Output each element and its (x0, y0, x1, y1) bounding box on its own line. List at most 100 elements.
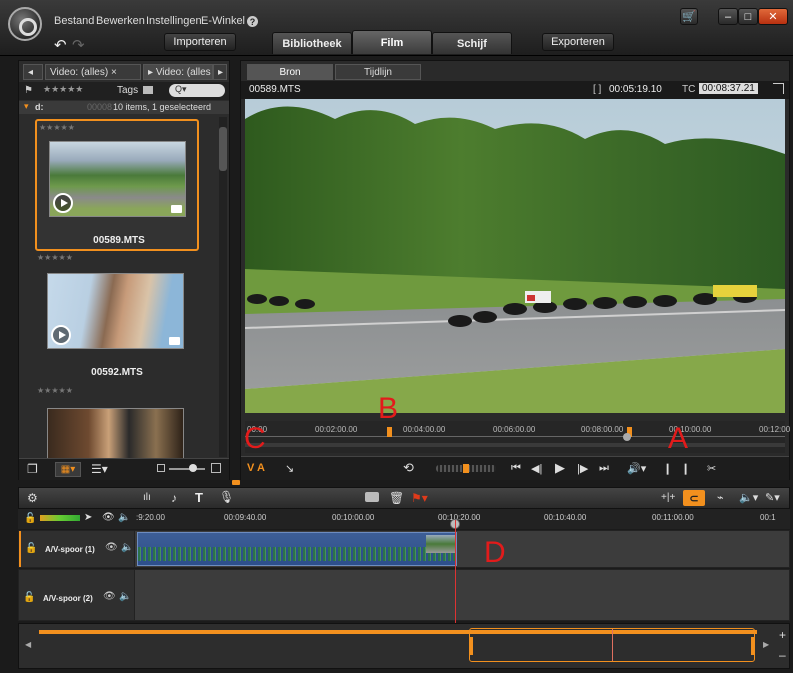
zoom-slider-handle[interactable] (189, 464, 197, 472)
flag-icon[interactable]: ⚑ (24, 85, 33, 96)
send-to-timeline-icon[interactable]: ↘ (285, 462, 294, 475)
track-header[interactable]: 🔓 A/V-spoor (2) 👁 🔈 (19, 570, 135, 620)
keyframe-icon[interactable]: ⌁ (717, 491, 724, 504)
minimize-button[interactable]: – (718, 8, 738, 25)
mark-out-icon[interactable]: ❙ (681, 462, 690, 475)
timeline-navigator[interactable]: ◀ ▶ + – (18, 623, 790, 669)
menu-instellingen[interactable]: Instellingen (146, 15, 202, 27)
library-item[interactable]: ★★★★★ 00589.MTS (35, 119, 199, 251)
visibility-icon[interactable]: 👁 (103, 591, 116, 602)
play-button-icon[interactable]: ▶ (555, 460, 565, 476)
lock-icon[interactable]: 🔓 (25, 543, 37, 554)
menu-bestand[interactable]: Bestand (54, 15, 94, 27)
library-item[interactable]: ★★★★★ (35, 386, 199, 458)
undo-icon[interactable]: ↶ (54, 36, 67, 54)
split-clip-icon[interactable]: ✂ (707, 462, 716, 475)
menu-e-winkel[interactable]: E-Winkel (201, 15, 245, 27)
track-av-2[interactable]: 🔓 A/V-spoor (2) 👁 🔈 ▼ (18, 569, 790, 621)
trash-icon[interactable]: 🗑 (389, 491, 404, 505)
step-forward-icon[interactable]: |▶ (577, 462, 588, 475)
tab-tijdlijn[interactable]: Tijdlijn (335, 64, 421, 80)
speaker-icon[interactable]: 🔈 (119, 591, 131, 602)
audio-mixer-icon[interactable]: ılı (143, 492, 151, 503)
timeline-ruler[interactable]: 🔓 ➤ 👁 🔈 :9:20.00 00:09:40.00 00:10:00.00… (18, 509, 790, 529)
track-header[interactable]: 🔓 A/V-spoor (1) 👁 🔈 (19, 531, 135, 567)
navigator-view-window[interactable] (469, 628, 755, 662)
tags-label[interactable]: Tags (117, 85, 138, 96)
thumbnail-view-icon[interactable]: ▦▾ (55, 462, 81, 477)
shuttle-handle[interactable] (463, 464, 469, 473)
menu-bewerken[interactable]: Bewerken (96, 15, 145, 27)
settings-gear-icon[interactable]: ⚙ (27, 491, 38, 505)
zoom-out-icon[interactable]: – (779, 648, 786, 662)
go-to-end-icon[interactable]: ⏭ (599, 462, 609, 475)
cart-icon[interactable]: 🛒 (680, 8, 698, 25)
export-button[interactable]: Exporteren (542, 33, 614, 51)
video-clip[interactable] (137, 532, 457, 566)
fullscreen-icon[interactable] (773, 83, 784, 94)
navigator-left-handle[interactable] (470, 637, 473, 655)
ripple-icon[interactable]: +|+ (661, 492, 675, 503)
loop-icon[interactable]: ⟲ (403, 460, 414, 476)
mark-in-icon[interactable]: ❙ (663, 462, 672, 475)
speaker-icon[interactable]: 🔈 (118, 512, 130, 523)
rating-stars[interactable]: ★★★★★ (39, 123, 75, 132)
scrub-scrollbar[interactable] (245, 443, 785, 447)
rating-stars[interactable]: ★★★★★ (37, 253, 73, 262)
visibility-icon[interactable]: 👁 (105, 542, 118, 553)
tab-menu-icon[interactable]: ▸ (213, 64, 227, 80)
media-view-icon[interactable]: ❐ (27, 462, 38, 476)
redo-icon[interactable]: ↷ (72, 36, 85, 54)
storyboard-icon[interactable] (365, 492, 379, 502)
tab-bibliotheek[interactable]: Bibliotheek (272, 32, 352, 54)
play-icon[interactable] (53, 193, 73, 213)
tab-film[interactable]: Film (352, 30, 432, 54)
title-text-icon[interactable]: T (195, 490, 203, 505)
tab-scroll-left-icon[interactable]: ◂ (23, 64, 43, 80)
tools-icon[interactable]: ✎▾ (765, 491, 780, 504)
library-tab-1[interactable]: Video: (alles) × (45, 64, 141, 80)
library-tab-2[interactable]: ▸ Video: (alles (143, 64, 213, 80)
folder-row[interactable]: ▾ d: 00008 10 items, 1 geselecteerd (19, 101, 229, 114)
music-icon[interactable]: ♪ (171, 491, 177, 505)
tab-bron[interactable]: Bron (247, 64, 333, 80)
scroll-right-icon[interactable]: ▶ (763, 640, 769, 649)
magnet-snap-icon[interactable]: ⊂ (683, 490, 705, 506)
maximize-button[interactable]: □ (738, 8, 758, 25)
help-icon[interactable]: ? (247, 16, 258, 27)
zoom-slider[interactable] (169, 468, 205, 470)
tag-icon[interactable] (143, 86, 153, 94)
video-audio-toggle[interactable]: V A (247, 462, 265, 474)
video-preview[interactable] (245, 99, 785, 413)
play-icon[interactable] (51, 325, 71, 345)
lock-icon[interactable]: 🔓 (23, 592, 35, 603)
star-filter[interactable]: ★★★★★ (43, 84, 83, 95)
scrub-ruler[interactable]: 00:00 00:02:00.00 00:04:00.00 00:06:00.0… (245, 421, 790, 453)
list-view-icon[interactable]: ☰▾ (91, 462, 108, 476)
mark-in-marker[interactable] (387, 427, 392, 437)
app-logo-icon[interactable] (8, 7, 42, 41)
track-av-1[interactable]: 🔓 A/V-spoor (1) 👁 🔈 (18, 530, 790, 568)
library-scroll-thumb[interactable] (219, 127, 227, 171)
step-back-icon[interactable]: ◀| (531, 462, 542, 475)
tab-schijf[interactable]: Schijf (432, 32, 512, 54)
chevron-down-icon[interactable]: ▾ (24, 101, 29, 112)
navigator-right-handle[interactable] (751, 637, 754, 655)
library-item[interactable]: ★★★★★ 00592.MTS (35, 253, 199, 383)
microphone-icon[interactable]: 🎙 (219, 490, 234, 504)
close-button[interactable]: ✕ (758, 8, 788, 25)
speaker-icon[interactable]: 🔈 (121, 542, 133, 553)
volume-icon[interactable]: 🔊▾ (627, 462, 646, 475)
scrubber-handle[interactable] (623, 433, 631, 441)
zoom-in-icon[interactable]: + (779, 628, 786, 642)
go-to-start-icon[interactable]: ⏮ (511, 462, 521, 475)
audio-scrub-icon[interactable]: 🔈▾ (739, 491, 758, 504)
chevron-right-icon[interactable]: ➤ (84, 512, 92, 523)
search-input[interactable]: Q▾ (169, 84, 225, 97)
lock-icon[interactable]: 🔓 (24, 513, 36, 524)
panel-splitter-handle[interactable] (232, 480, 240, 485)
import-button[interactable]: Importeren (164, 33, 236, 51)
marker-icon[interactable]: ⚑▾ (411, 491, 428, 505)
timecode-display[interactable]: 00:08:37.21 (699, 83, 758, 94)
scroll-left-icon[interactable]: ◀ (25, 640, 31, 649)
